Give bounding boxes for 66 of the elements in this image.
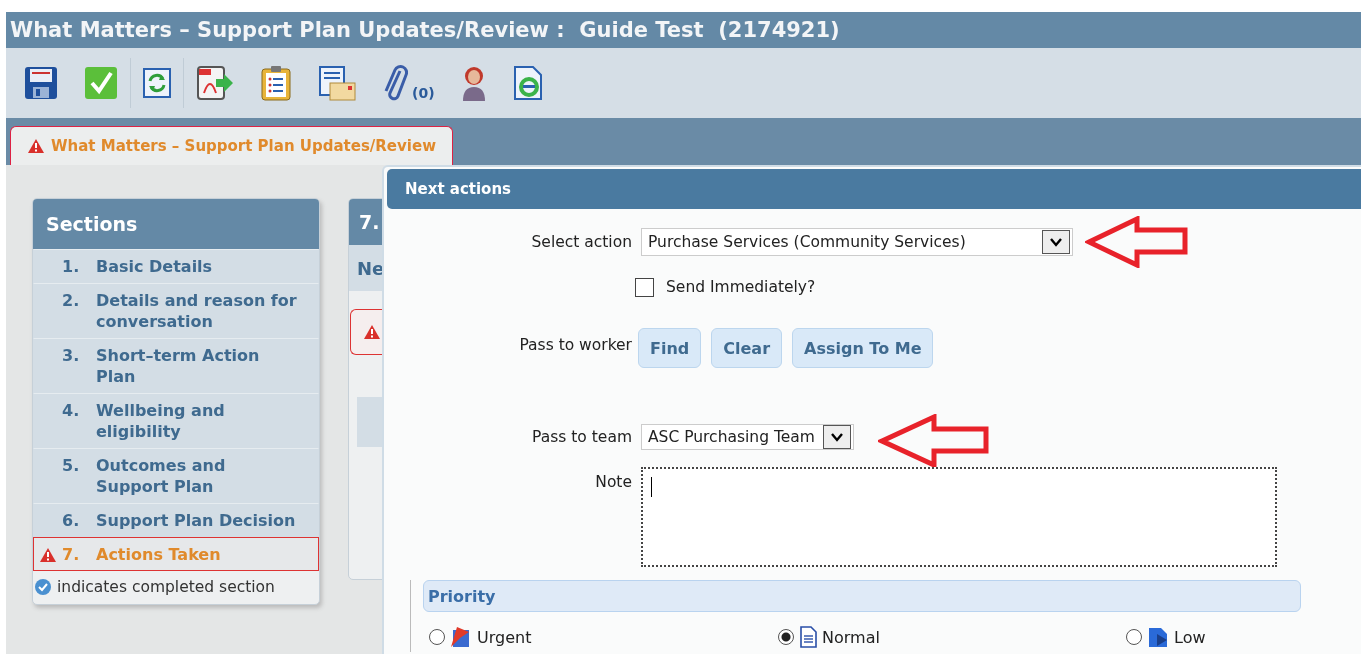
section-title: Priority (428, 586, 496, 606)
panel-subtitle: Ne (357, 257, 385, 279)
checkbox-label: Send Immediately? (666, 278, 816, 296)
section-number: 7. (62, 544, 81, 565)
document-refresh-icon[interactable] (512, 65, 543, 101)
warning-icon (27, 138, 45, 154)
attachment-count: (0) (412, 85, 435, 101)
radio-label: Normal (822, 627, 880, 647)
section-item[interactable]: 6. Support Plan Decision (33, 503, 319, 537)
check-circle-icon (35, 579, 51, 595)
section-number: 2. (62, 290, 81, 312)
section-label: Short–term Action Plan (96, 345, 261, 387)
paperclip-icon[interactable] (382, 63, 408, 103)
document-arrow-icon (1147, 626, 1169, 648)
warning-icon (363, 324, 381, 340)
document-icon (799, 626, 817, 648)
section-label: Actions Taken (96, 544, 221, 565)
document-envelope-icon[interactable] (318, 65, 356, 101)
action-dropdown[interactable]: Purchase Services (Community Services) (641, 228, 1073, 256)
section-item[interactable]: 4. Wellbeing and eligibility (33, 393, 319, 448)
action-button[interactable]: Assign To Me (792, 328, 934, 368)
section-item[interactable]: 1. Basic Details (33, 249, 319, 283)
dialog-title: Next actions (405, 180, 512, 198)
note-field[interactable] (641, 467, 1277, 567)
section-item[interactable]: 5. Outcomes and Support Plan (33, 448, 319, 503)
section-label: Support Plan Decision (96, 510, 296, 531)
panel-title: 7. (359, 211, 380, 233)
section-number: 5. (62, 455, 81, 477)
field-label: Select action (530, 233, 632, 251)
radio-button[interactable] (778, 629, 794, 645)
section-number: 6. (62, 510, 81, 531)
section-item[interactable]: 3. Short–term Action Plan (33, 338, 319, 393)
field-label: Pass to team (531, 428, 632, 446)
section-label: Basic Details (96, 256, 213, 277)
caret-icon (829, 432, 844, 442)
refresh-icon[interactable] (143, 68, 171, 98)
legend-text: indicates completed section (57, 578, 275, 596)
field-label: Note (594, 472, 632, 491)
checkmark-icon[interactable] (84, 66, 118, 100)
action-button[interactable]: Clear (711, 328, 783, 368)
section-label: Outcomes and Support Plan (96, 455, 227, 497)
flag-document-icon (450, 626, 472, 648)
section-number: 4. (62, 400, 81, 422)
section-number: 1. (62, 256, 81, 277)
radio-button[interactable] (429, 629, 445, 645)
section-label: Wellbeing and eligibility (96, 400, 226, 442)
section-label: Details and reason for conversation (96, 290, 298, 332)
action-button[interactable]: Find (638, 328, 702, 368)
section-item[interactable]: 2. Details and reason for conversation (33, 283, 319, 338)
caret-icon (1049, 237, 1063, 247)
pdf-export-icon[interactable] (196, 65, 234, 101)
section-number: 3. (62, 345, 81, 367)
checkbox[interactable] (635, 277, 654, 297)
panel-title: Sections (46, 213, 138, 235)
tab[interactable]: What Matters – Support Plan Updates/Review (10, 126, 453, 165)
field-label: Pass to worker (518, 335, 632, 354)
radio-label: Low (1174, 627, 1206, 647)
section-item[interactable]: 7. Actions Taken (33, 537, 319, 571)
radio-label: Urgent (477, 627, 532, 647)
warning-icon (39, 546, 57, 563)
team-dropdown[interactable]: ASC Purchasing Team (641, 424, 854, 450)
save-icon[interactable] (24, 66, 58, 100)
window-title: What Matters – Support Plan Updates/Review : Guide Test (2174921) (10, 18, 840, 42)
radio-button[interactable] (1126, 629, 1142, 645)
person-icon[interactable] (460, 65, 487, 101)
clipboard-icon[interactable] (260, 65, 292, 101)
